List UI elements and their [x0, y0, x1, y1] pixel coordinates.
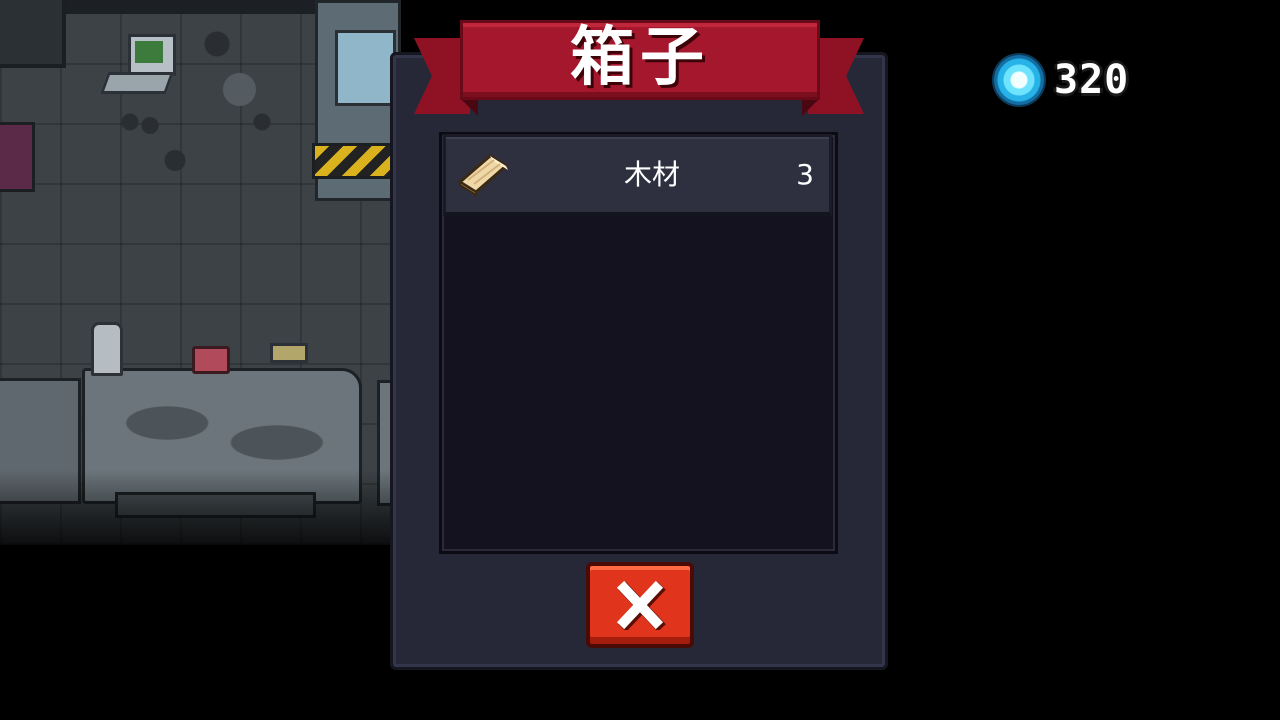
scene-gadget [270, 343, 308, 363]
item-name: 木材 [623, 158, 680, 191]
gem-icon [994, 55, 1044, 105]
scene-machine-screen [335, 30, 396, 106]
item-count: 3 [796, 158, 814, 191]
scene-keyboard [99, 72, 175, 94]
scene-extinguisher [91, 322, 123, 376]
close-icon [616, 580, 666, 630]
close-button[interactable] [586, 562, 694, 648]
scene-computer-screen [135, 41, 163, 63]
scene-shadow [0, 470, 400, 550]
scene-locker [0, 122, 35, 192]
game-screen: 320 木材 3 箱子 [0, 0, 1280, 720]
scene-gears [115, 108, 215, 178]
panel-title: 箱子 [570, 20, 710, 95]
gem-counter: 320 [994, 54, 1129, 106]
scene-cabinet [0, 0, 66, 68]
wood-plank-icon [457, 154, 509, 196]
gem-count: 320 [1054, 57, 1130, 103]
scene-watering-can [192, 346, 230, 374]
